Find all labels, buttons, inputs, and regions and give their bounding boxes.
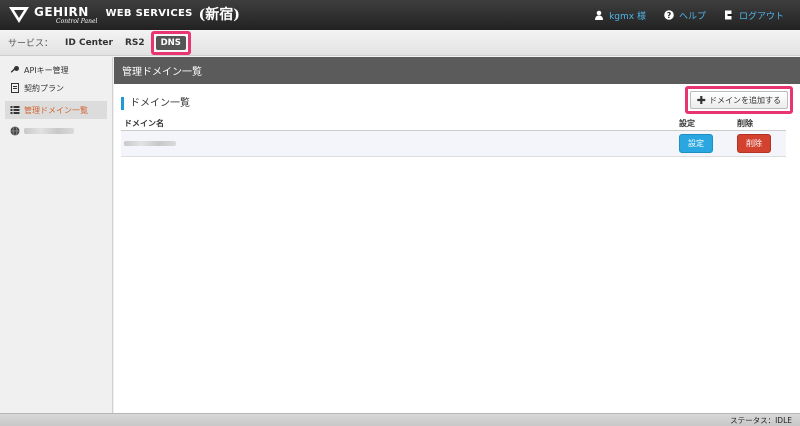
globe-icon xyxy=(10,126,20,136)
user-link[interactable]: kgmx 様 xyxy=(594,9,646,22)
help-link[interactable]: ? ヘルプ xyxy=(664,9,706,22)
svg-text:?: ? xyxy=(667,11,671,20)
service-rs2[interactable]: RS2 xyxy=(125,38,145,48)
panel-title: ドメイン一覧 xyxy=(121,96,190,110)
service-id-center[interactable]: ID Center xyxy=(65,38,113,48)
sidebar-item-label: APIキー管理 xyxy=(24,65,69,75)
panel-header: ドメイン一覧 ✚ ドメインを追加する xyxy=(121,86,793,114)
logout-label: ログアウト xyxy=(738,11,784,22)
settings-button[interactable]: 設定 xyxy=(679,133,713,153)
service-label: サービス： xyxy=(8,39,54,49)
blurred-domain-name xyxy=(124,140,176,146)
sidebar-item-domain-entry[interactable] xyxy=(0,122,112,140)
column-header-delete: 削除 xyxy=(734,117,786,131)
logout-icon xyxy=(724,10,733,20)
help-label: ヘルプ xyxy=(678,11,706,22)
main-content: 管理ドメイン一覧 ドメイン一覧 ✚ ドメインを追加する ドメイン名 設定 削除 xyxy=(114,57,800,413)
gehirn-logo-icon xyxy=(9,7,29,23)
domain-cell xyxy=(121,130,676,157)
top-bar: GEHIRN Control Panel WEB SERVICES (新宿) k… xyxy=(0,0,800,30)
brand-seal: (新宿) xyxy=(198,7,240,23)
add-domain-button[interactable]: ✚ ドメインを追加する xyxy=(689,91,788,109)
sidebar-item-plan[interactable]: 契約プラン xyxy=(0,79,112,97)
top-nav: kgmx 様 ? ヘルプ ログアウト xyxy=(576,9,784,22)
logout-link[interactable]: ログアウト xyxy=(724,9,784,22)
column-header-domain: ドメイン名 xyxy=(121,117,676,131)
key-icon xyxy=(10,66,19,73)
status-bar: ステータス：IDLE xyxy=(0,413,800,426)
table-row: 設定 削除 xyxy=(121,130,786,157)
sidebar-item-label: 管理ドメイン一覧 xyxy=(24,105,88,115)
help-icon: ? xyxy=(664,10,674,20)
blurred-domain-label xyxy=(24,128,74,134)
sidebar-item-label: 契約プラン xyxy=(24,83,64,93)
service-dns[interactable]: DNS xyxy=(155,35,186,50)
list-icon xyxy=(10,106,20,114)
sidebar-item-domains[interactable]: 管理ドメイン一覧 xyxy=(5,101,107,119)
brand-name: GEHIRN xyxy=(34,4,89,19)
column-header-settings: 設定 xyxy=(676,117,734,131)
delete-button[interactable]: 削除 xyxy=(737,133,771,153)
document-icon xyxy=(11,83,19,93)
brand-logo[interactable]: GEHIRN Control Panel WEB SERVICES (新宿) xyxy=(8,5,240,25)
add-domain-label: ドメインを追加する xyxy=(709,95,781,105)
service-bar: サービス： ID Center RS2 DNS xyxy=(0,30,800,56)
delete-cell: 削除 xyxy=(734,130,786,157)
user-icon xyxy=(595,10,604,20)
domain-table: ドメイン名 設定 削除 設定 削除 xyxy=(121,117,786,157)
brand-services: WEB SERVICES xyxy=(105,7,193,19)
status-text: ステータス：IDLE xyxy=(730,416,792,425)
add-button-highlight: ✚ ドメインを追加する xyxy=(684,86,793,114)
settings-cell: 設定 xyxy=(676,130,734,157)
table-header-row: ドメイン名 設定 削除 xyxy=(121,117,786,131)
brand-subtitle: Control Panel xyxy=(56,17,98,25)
user-name: kgmx 様 xyxy=(609,11,646,22)
sidebar-item-api-keys[interactable]: APIキー管理 xyxy=(0,61,112,79)
page-title: 管理ドメイン一覧 xyxy=(114,57,800,84)
dns-highlight: DNS xyxy=(150,30,191,55)
plus-icon: ✚ xyxy=(696,93,706,107)
sidebar: APIキー管理 契約プラン 管理ドメイン一覧 xyxy=(0,57,113,413)
